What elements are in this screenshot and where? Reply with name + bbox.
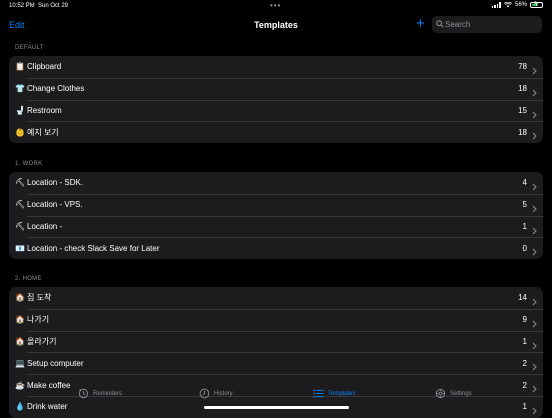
list-icon — [313, 389, 324, 398]
chevron-right-icon — [532, 127, 537, 143]
tab-templates-label: Templates — [328, 390, 356, 397]
wifi-icon — [503, 2, 512, 8]
template-emoji: ⛏ — [15, 178, 26, 188]
template-label: 집 도착 — [27, 293, 52, 303]
tab-bar: Reminders History Templates Settings — [0, 384, 552, 414]
template-count: 18 — [518, 127, 527, 137]
gear-icon — [435, 388, 446, 399]
status-bar: 10:52 PM Sun Oct 29 ••• 56% ϟ — [0, 0, 552, 12]
reminders-clock-icon — [78, 388, 89, 399]
signal-icon — [491, 2, 501, 8]
status-date: Sun Oct 29 — [38, 3, 69, 9]
tab-history[interactable]: History — [199, 388, 233, 399]
template-row[interactable]: 🏠 올라가기 1 — [9, 330, 543, 353]
template-count: 78 — [518, 62, 527, 72]
template-emoji: 🏠 — [15, 293, 25, 303]
template-row[interactable]: 🏠 나가기 9 — [9, 308, 543, 331]
template-emoji: 📋 — [15, 62, 25, 72]
template-emoji: 🏠 — [15, 336, 25, 346]
battery-percent: 56% — [514, 2, 527, 8]
tab-settings-label: Settings — [450, 390, 472, 397]
section-work: ⛏ Location - SDK. 4 ⛏ Location - VPS. 5 ⛏ Locat… — [9, 172, 543, 260]
template-emoji: 🏠 — [15, 315, 25, 325]
template-emoji: 👕 — [15, 84, 25, 94]
history-clock-icon — [199, 388, 210, 399]
template-row[interactable]: 📋 Clipboard 78 — [9, 56, 543, 78]
search-field[interactable] — [432, 16, 542, 33]
template-label: Location - SDK. — [27, 178, 84, 188]
template-row[interactable]: ⛏ Location - SDK. 4 — [9, 172, 543, 194]
multitasking-dots[interactable]: ••• — [270, 1, 281, 10]
template-emoji: ⛏ — [15, 200, 26, 210]
template-label: Location - check Slack Save for Later — [27, 243, 160, 253]
template-count: 18 — [518, 84, 527, 94]
template-emoji: 📧 — [15, 243, 25, 253]
template-count: 4 — [522, 178, 527, 188]
template-label: Clipboard — [27, 62, 62, 72]
template-label: Location - — [27, 221, 63, 231]
home-indicator[interactable] — [204, 406, 349, 409]
template-row[interactable]: ⛏ Location - VPS. 5 — [9, 193, 543, 216]
tab-history-label: History — [214, 390, 233, 397]
template-label: Change Clothes — [27, 84, 85, 94]
search-icon — [436, 20, 444, 28]
status-right: 56% ϟ — [491, 1, 543, 8]
chevron-right-icon — [532, 243, 537, 259]
template-count: 2 — [522, 358, 527, 368]
tab-templates[interactable]: Templates — [313, 388, 355, 399]
template-label: Location - VPS. — [27, 200, 83, 210]
add-template-button[interactable]: + — [416, 15, 425, 33]
template-row[interactable]: 🚽 Restroom 15 — [9, 99, 543, 122]
template-emoji: ⛏ — [15, 221, 26, 231]
template-emoji: 👶 — [15, 127, 25, 137]
template-row[interactable]: ⛏ Location - 1 — [9, 215, 543, 238]
template-count: 1 — [522, 221, 527, 231]
template-label: Restroom — [27, 105, 62, 115]
template-row[interactable]: 📧 Location - check Slack Save for Later 0 — [9, 237, 543, 259]
tab-settings[interactable]: Settings — [435, 388, 472, 399]
template-label: 올라가기 — [27, 336, 57, 346]
section-header-default: DEFAULT — [15, 45, 44, 51]
template-count: 14 — [518, 293, 527, 303]
template-label: 나가기 — [27, 315, 50, 325]
search-input[interactable] — [445, 18, 537, 31]
section-default: 📋 Clipboard 78 👕 Change Clothes 18 🚽 Restroom 15… — [9, 56, 543, 144]
template-count: 9 — [522, 315, 527, 325]
battery-icon: ϟ — [530, 1, 543, 8]
section-header-work: 1. WORK — [15, 161, 43, 167]
navigation-bar: Edit Templates + — [0, 12, 552, 38]
template-label: 예지 보기 — [27, 127, 59, 137]
status-time: 10:52 PM — [9, 3, 35, 9]
template-label: Setup computer — [27, 358, 84, 368]
template-count: 0 — [522, 243, 527, 253]
tab-reminders-label: Reminders — [93, 390, 123, 397]
tab-reminders[interactable]: Reminders — [78, 388, 122, 399]
template-count: 5 — [522, 200, 527, 210]
section-header-home: 2. HOME — [15, 276, 42, 282]
template-row[interactable]: 💻 Setup computer 2 — [9, 352, 543, 374]
template-emoji: 🚽 — [15, 105, 25, 115]
template-row[interactable]: 🏠 집 도착 14 — [9, 287, 543, 309]
template-emoji: 💻 — [15, 358, 25, 368]
template-count: 15 — [518, 105, 527, 115]
template-row[interactable]: 👶 예지 보기 18 — [9, 121, 543, 143]
template-count: 1 — [522, 336, 527, 346]
template-row[interactable]: 👕 Change Clothes 18 — [9, 77, 543, 100]
